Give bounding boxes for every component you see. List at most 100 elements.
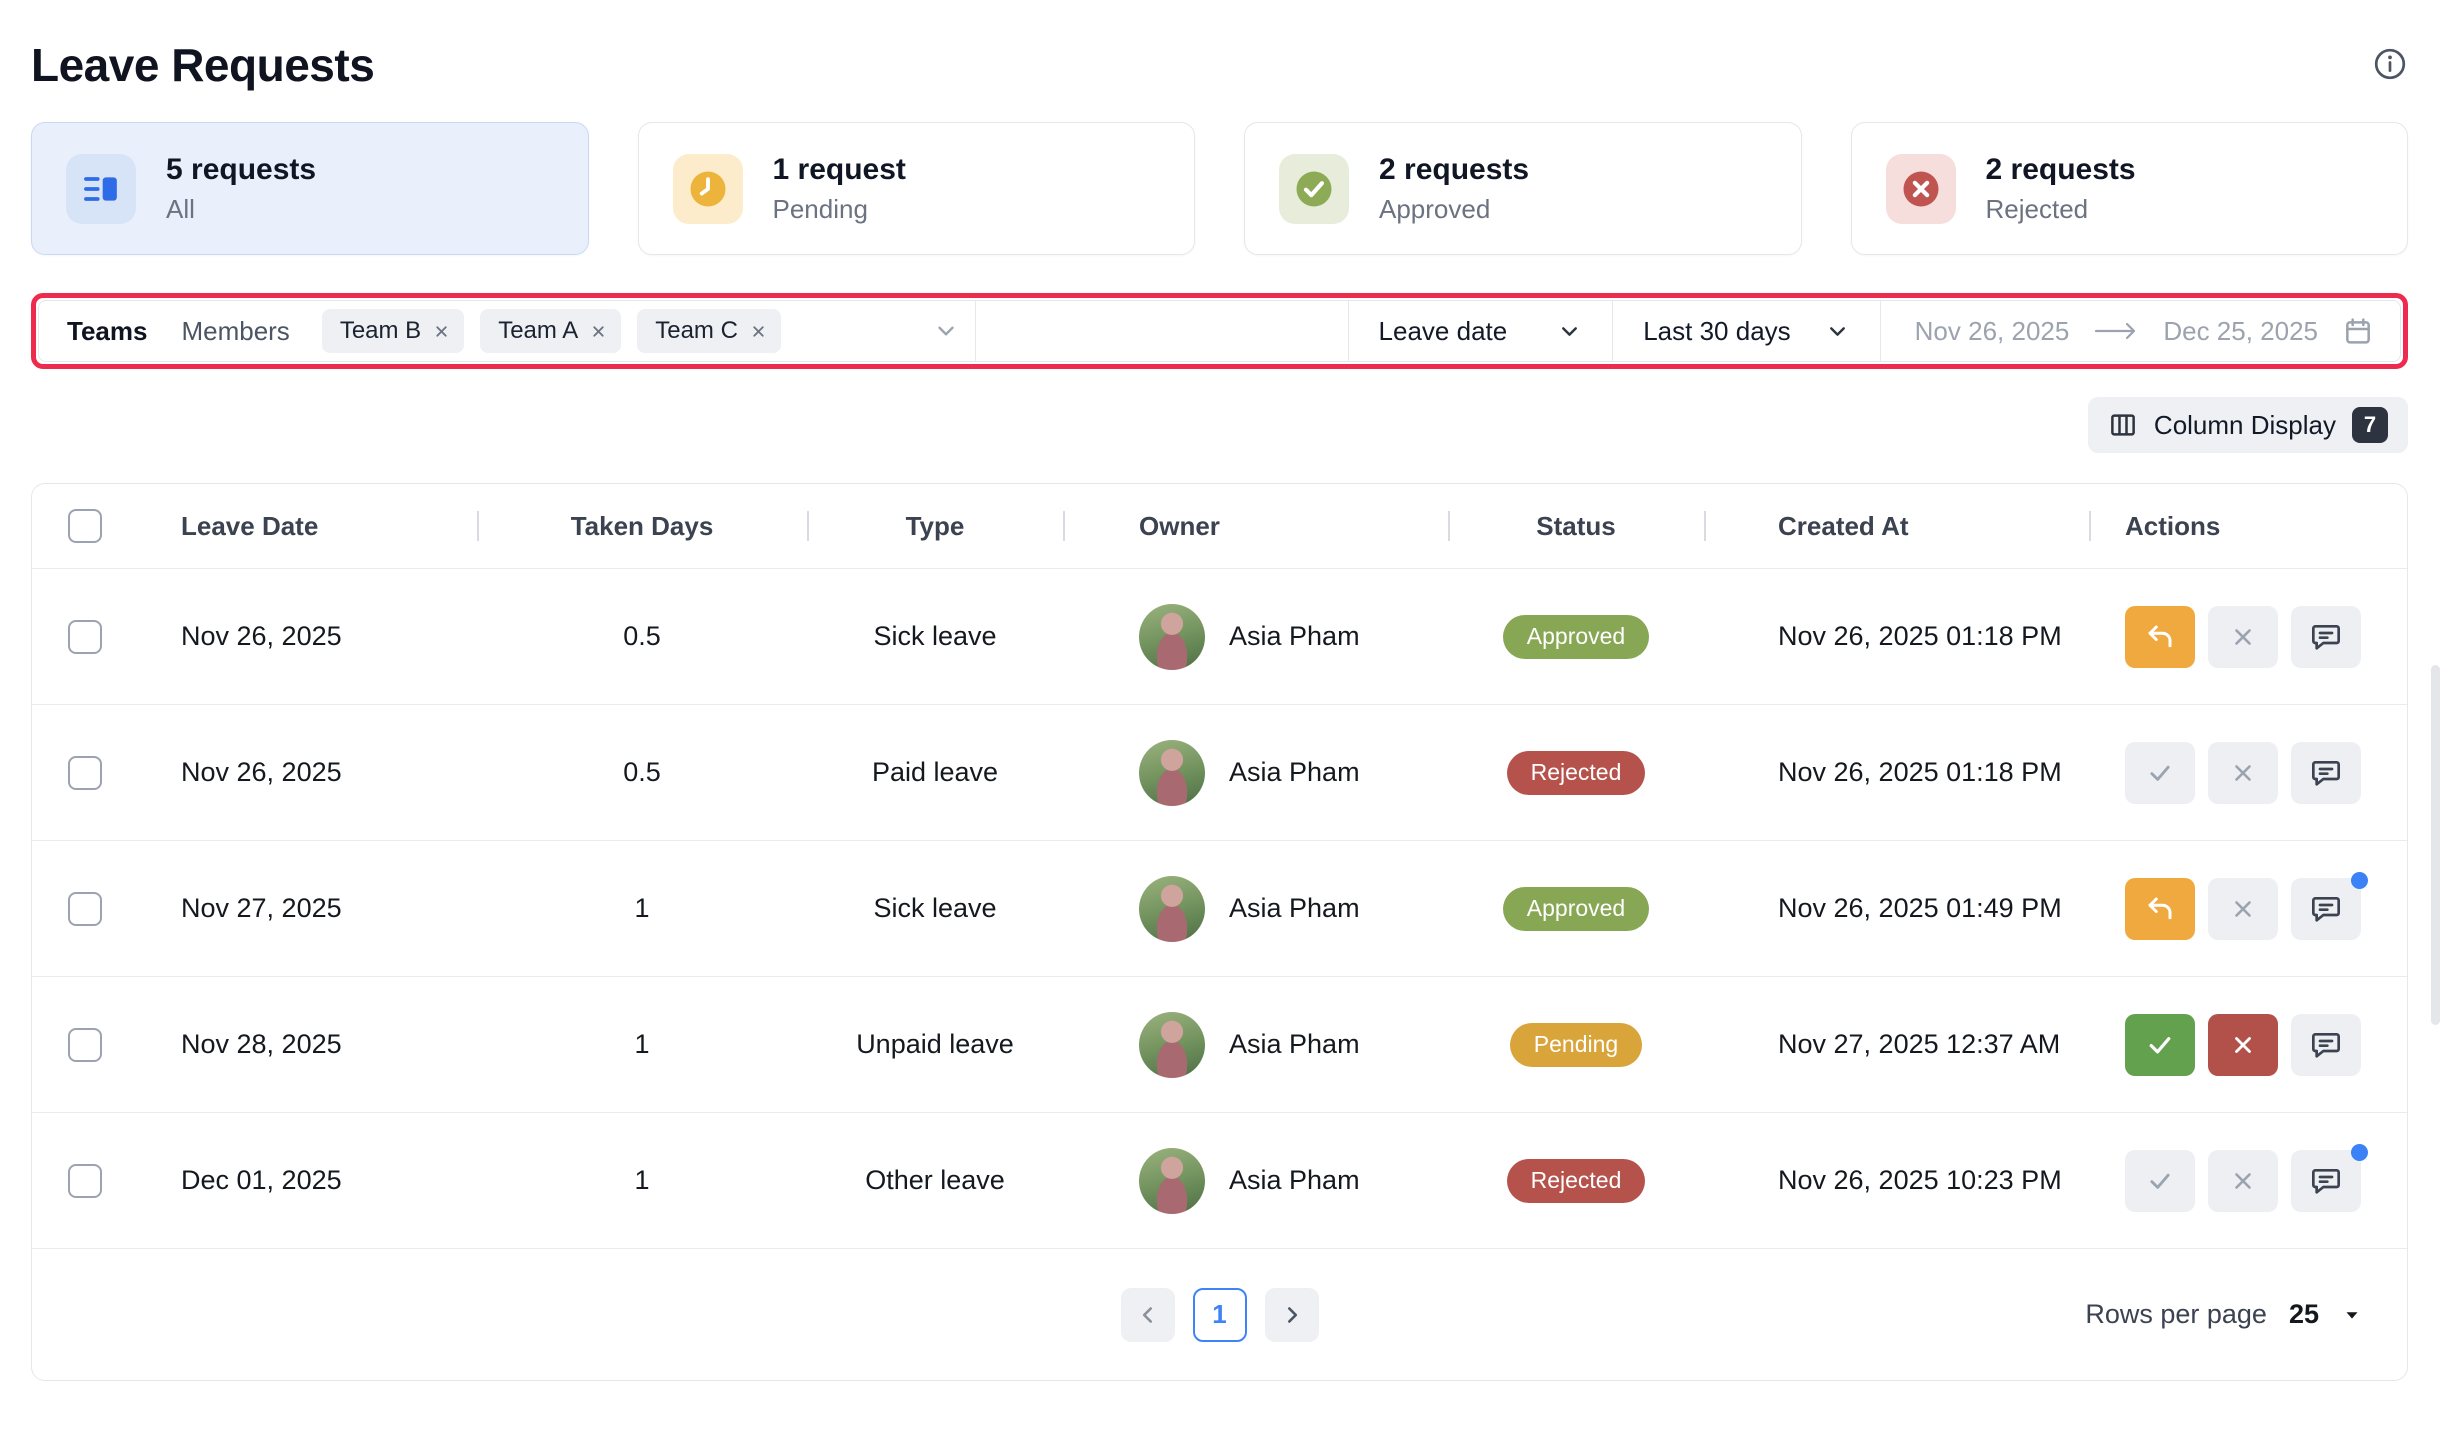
row-checkbox[interactable]	[68, 1164, 102, 1198]
header-type[interactable]: Type	[807, 484, 1063, 568]
check-icon	[2146, 759, 2174, 787]
card-rejected[interactable]: 2 requests Rejected	[1851, 122, 2409, 255]
comment-button[interactable]	[2291, 878, 2361, 940]
header-owner[interactable]: Owner	[1063, 484, 1448, 568]
column-display-button[interactable]: Column Display 7	[2088, 397, 2408, 453]
row-checkbox[interactable]	[68, 756, 102, 790]
check-icon	[2145, 1030, 2175, 1060]
team-chip[interactable]: Team C	[637, 309, 781, 353]
cell-created-at: Nov 27, 2025 12:37 AM	[1704, 977, 2089, 1112]
page-1-button[interactable]: 1	[1193, 1288, 1247, 1342]
owner-avatar	[1139, 740, 1205, 806]
card-count: 1 request	[773, 153, 906, 187]
table-row: Nov 26, 2025 0.5 Sick leave Asia Pham Ap…	[32, 568, 2407, 704]
cell-taken-days: 1	[477, 977, 807, 1112]
cell-created-at: Nov 26, 2025 01:49 PM	[1704, 841, 2089, 976]
table-row: Nov 26, 2025 0.5 Paid leave Asia Pham Re…	[32, 704, 2407, 840]
approve-button[interactable]	[2125, 1150, 2195, 1212]
remove-chip-icon[interactable]	[750, 323, 767, 340]
cell-leave-date: Nov 26, 2025	[157, 569, 477, 704]
tab-teams[interactable]: Teams	[39, 316, 163, 347]
approved-check-icon	[1279, 154, 1349, 224]
teams-multiselect[interactable]: Team B Team A Team C	[310, 301, 976, 361]
x-icon	[2230, 624, 2256, 650]
cell-taken-days: 1	[477, 841, 807, 976]
card-count: 5 requests	[166, 153, 316, 187]
card-label: Approved	[1379, 194, 1529, 225]
team-chip[interactable]: Team B	[322, 309, 464, 353]
comment-button[interactable]	[2291, 742, 2361, 804]
card-count: 2 requests	[1379, 153, 1529, 187]
owner-name: Asia Pham	[1229, 1029, 1360, 1060]
header-leave-date[interactable]: Leave Date	[157, 484, 477, 568]
tab-members[interactable]: Members	[163, 316, 309, 347]
all-requests-icon	[66, 154, 136, 224]
x-icon	[2230, 896, 2256, 922]
rows-per-page-label: Rows per page	[2085, 1299, 2267, 1330]
next-page-button[interactable]	[1265, 1288, 1319, 1342]
date-from: Nov 26, 2025	[1915, 316, 2070, 347]
status-badge: Approved	[1503, 615, 1649, 659]
card-label: Pending	[773, 194, 906, 225]
reject-button[interactable]	[2208, 606, 2278, 668]
date-preset-select[interactable]: Last 30 days	[1612, 301, 1880, 361]
status-badge: Pending	[1510, 1023, 1642, 1067]
comment-icon	[2310, 621, 2342, 653]
row-checkbox[interactable]	[68, 1028, 102, 1062]
reject-button[interactable]	[2208, 1150, 2278, 1212]
unread-comment-dot	[2351, 1144, 2368, 1161]
card-count: 2 requests	[1986, 153, 2136, 187]
header-status[interactable]: Status	[1448, 484, 1704, 568]
cell-type: Sick leave	[807, 569, 1063, 704]
chevron-down-icon	[1825, 319, 1850, 344]
table-header: Leave Date Taken Days Type Owner Status …	[32, 484, 2407, 568]
date-range-input[interactable]: Nov 26, 2025 Dec 25, 2025	[1881, 315, 2400, 347]
comment-button[interactable]	[2291, 606, 2361, 668]
cell-created-at: Nov 26, 2025 01:18 PM	[1704, 705, 2089, 840]
prev-page-button[interactable]	[1121, 1288, 1175, 1342]
reject-button[interactable]	[2208, 878, 2278, 940]
scrollbar-thumb[interactable]	[2431, 665, 2440, 1025]
rows-per-page-value: 25	[2289, 1299, 2319, 1330]
cell-type: Unpaid leave	[807, 977, 1063, 1112]
cell-type: Sick leave	[807, 841, 1063, 976]
status-badge: Rejected	[1507, 751, 1646, 795]
pagination-bar: 1 Rows per page 25	[32, 1248, 2407, 1380]
remove-chip-icon[interactable]	[590, 323, 607, 340]
info-icon[interactable]	[2372, 46, 2408, 82]
x-icon	[2230, 1168, 2256, 1194]
select-all-checkbox[interactable]	[68, 509, 102, 543]
comment-icon	[2310, 1029, 2342, 1061]
card-pending[interactable]: 1 request Pending	[638, 122, 1196, 255]
cell-leave-date: Nov 26, 2025	[157, 705, 477, 840]
cell-taken-days: 1	[477, 1113, 807, 1248]
reject-button[interactable]	[2208, 1014, 2278, 1076]
header-created-at[interactable]: Created At	[1704, 484, 2089, 568]
comment-button[interactable]	[2291, 1150, 2361, 1212]
date-field-select[interactable]: Leave date	[1348, 301, 1613, 361]
reject-button[interactable]	[2208, 742, 2278, 804]
comment-button[interactable]	[2291, 1014, 2361, 1076]
status-badge: Approved	[1503, 887, 1649, 931]
card-approved[interactable]: 2 requests Approved	[1244, 122, 1802, 255]
approve-button[interactable]	[2125, 742, 2195, 804]
summary-cards: 5 requests All 1 request Pending	[31, 122, 2408, 255]
undo-approval-button[interactable]	[2125, 606, 2195, 668]
team-chip[interactable]: Team A	[480, 309, 621, 353]
approve-button[interactable]	[2125, 1014, 2195, 1076]
x-icon	[2230, 1032, 2256, 1058]
row-checkbox[interactable]	[68, 620, 102, 654]
calendar-icon	[2342, 315, 2374, 347]
header-taken-days[interactable]: Taken Days	[477, 484, 807, 568]
row-checkbox[interactable]	[68, 892, 102, 926]
team-chip-label: Team C	[655, 317, 738, 345]
table-row: Dec 01, 2025 1 Other leave Asia Pham Rej…	[32, 1112, 2407, 1248]
rows-per-page-select[interactable]: Rows per page 25	[2085, 1299, 2363, 1330]
date-field-value: Leave date	[1379, 316, 1508, 347]
cell-taken-days: 0.5	[477, 569, 807, 704]
chevron-right-icon	[1279, 1302, 1305, 1328]
remove-chip-icon[interactable]	[433, 323, 450, 340]
undo-approval-button[interactable]	[2125, 878, 2195, 940]
card-all[interactable]: 5 requests All	[31, 122, 589, 255]
status-badge: Rejected	[1507, 1159, 1646, 1203]
